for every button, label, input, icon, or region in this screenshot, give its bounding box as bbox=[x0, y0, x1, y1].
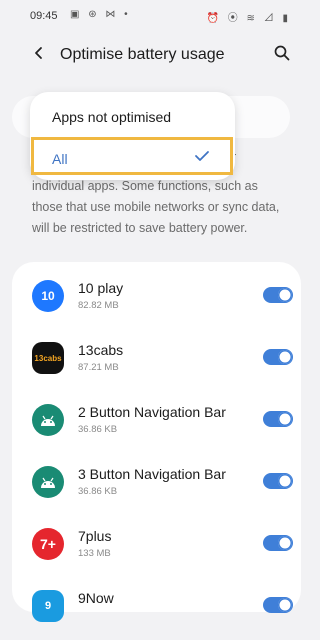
app-list: 10 10 play 82.82 MB 13cabs 13cabs 87.21 … bbox=[12, 262, 301, 622]
app-icon-7plus: 7+ bbox=[32, 528, 64, 560]
status-bar: 09:45 ▣ ⊛ ⋈ • ⏰ ⦿ ≋ ⊿ ▮ bbox=[0, 0, 313, 28]
optimise-toggle[interactable] bbox=[263, 473, 293, 489]
app-icon-9now: 9 bbox=[32, 590, 64, 622]
android-icon bbox=[32, 404, 64, 436]
app-name: 7plus bbox=[78, 528, 112, 544]
app-bar: Optimise battery usage bbox=[0, 36, 313, 76]
page-title: Optimise battery usage bbox=[60, 46, 225, 63]
optimise-toggle[interactable] bbox=[263, 349, 293, 365]
app-name: 13cabs bbox=[78, 342, 124, 358]
app-name: 3 Button Navigation Bar bbox=[78, 466, 226, 482]
android-icon bbox=[32, 466, 64, 498]
app-name: 9Now bbox=[78, 590, 114, 606]
app-row[interactable]: 2 Button Navigation Bar 36.86 KB bbox=[12, 392, 301, 454]
app-size: 36.86 KB bbox=[78, 486, 118, 497]
app-size: 82.82 MB bbox=[78, 300, 119, 311]
optimise-toggle[interactable] bbox=[263, 287, 293, 303]
check-icon bbox=[194, 149, 210, 167]
app-icon-10-play: 10 bbox=[32, 280, 64, 312]
status-time: 09:45 bbox=[30, 10, 58, 22]
description-text: individual apps. Some functions, such as… bbox=[32, 179, 280, 235]
app-name: 2 Button Navigation Bar bbox=[78, 404, 226, 420]
app-name: 10 play bbox=[78, 280, 124, 296]
dropdown-option-label: Apps not optimised bbox=[52, 109, 172, 125]
app-size: 87.21 MB bbox=[78, 362, 119, 373]
app-row[interactable]: 3 Button Navigation Bar 36.86 KB bbox=[12, 454, 301, 516]
dropdown-option-all[interactable]: All bbox=[31, 137, 233, 175]
app-icon-13cabs: 13cabs bbox=[32, 342, 64, 374]
optimise-toggle[interactable] bbox=[263, 411, 293, 427]
search-icon[interactable] bbox=[271, 42, 293, 64]
app-row[interactable]: 7+ 7plus 133 MB bbox=[12, 516, 301, 578]
optimise-toggle[interactable] bbox=[263, 535, 293, 551]
app-size: 36.86 KB bbox=[78, 424, 118, 435]
app-row[interactable]: 9 9Now bbox=[12, 578, 301, 640]
notification-icons: ▣ ⊛ ⋈ • bbox=[70, 9, 131, 20]
dropdown-option-apps-not-optimised[interactable]: Apps not optimised bbox=[30, 96, 235, 136]
app-size: 133 MB bbox=[78, 548, 111, 559]
app-row[interactable]: 10 10 play 82.82 MB bbox=[12, 268, 301, 330]
system-status-icons: ⏰ ⦿ ≋ ⊿ ▮ bbox=[206, 13, 291, 24]
back-arrow-icon[interactable] bbox=[28, 42, 50, 64]
app-row[interactable]: 13cabs 13cabs 87.21 MB bbox=[12, 330, 301, 392]
dropdown-option-label: All bbox=[52, 151, 68, 167]
optimise-toggle[interactable] bbox=[263, 597, 293, 613]
